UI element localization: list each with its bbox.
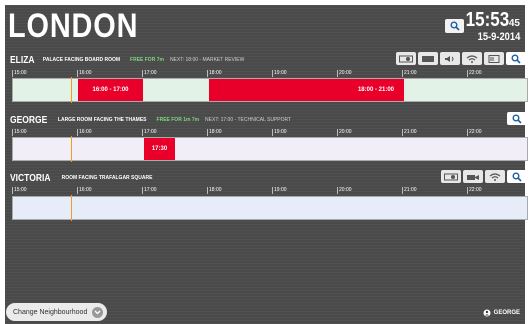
timeline-ticks-victoria: 15:00 16:00 17:00 18:00 19:00 20:00 21:0… — [12, 187, 528, 195]
video-icon — [463, 170, 483, 183]
tick-label: 17:00 — [142, 70, 157, 77]
tick-label: 21:00 — [402, 187, 417, 194]
free-status: FREE FOR 7m — [130, 57, 164, 63]
tick-label: 16:00 — [77, 129, 92, 136]
room-timeline-george[interactable]: 17:30 — [12, 136, 528, 162]
tick-label: 15:00 — [12, 70, 27, 77]
search-icon — [512, 114, 522, 124]
change-neighbourhood-label: Change Neighbourhood — [13, 308, 88, 316]
tick-label: 15:00 — [12, 129, 27, 136]
tick-label: 17:00 — [142, 187, 157, 194]
amenities-eliza — [396, 52, 526, 65]
tick-label: 19:00 — [272, 70, 287, 77]
user-info[interactable]: GEORGE — [483, 309, 520, 317]
user-name: GEORGE — [493, 310, 520, 316]
search-icon — [512, 172, 522, 182]
room-header-victoria: VICTORIA ROOM FACING TRAFALGAR SQUARE — [10, 171, 162, 185]
room-search-button[interactable] — [507, 170, 527, 183]
tick-label: 22:00 — [467, 187, 482, 194]
tick-label: 21:00 — [402, 70, 417, 77]
amenities-george — [507, 112, 527, 125]
tick-label: 18:00 — [207, 70, 222, 77]
wifi-icon — [462, 52, 482, 65]
room-description: ROOM FACING TRAFALGAR SQUARE — [61, 175, 153, 181]
tick-label: 20:00 — [337, 129, 352, 136]
whiteboard-icon — [484, 52, 504, 65]
tick-label: 22:00 — [467, 70, 482, 77]
user-icon — [483, 309, 491, 317]
display-icon — [418, 52, 438, 65]
tick-label: 18:00 — [207, 129, 222, 136]
chevron-down-icon — [92, 306, 104, 318]
room-search-button[interactable] — [506, 52, 526, 65]
wifi-icon — [485, 170, 505, 183]
tick-label: 20:00 — [337, 187, 352, 194]
room-name: GEORGE — [10, 114, 48, 126]
tick-label: 18:00 — [207, 187, 222, 194]
tick-label: 17:00 — [142, 129, 157, 136]
projector-icon — [396, 52, 416, 65]
current-time-marker — [71, 136, 72, 162]
room-name: VICTORIA — [10, 172, 51, 184]
tick-label: 20:00 — [337, 70, 352, 77]
room-header-eliza: ELIZA PALACE FACING BOARD ROOM FREE FOR … — [10, 53, 244, 67]
room-timeline-victoria[interactable] — [12, 195, 528, 221]
clock-seconds: 45 — [508, 18, 520, 29]
room-description: LARGE ROOM FACING THE THAMES — [57, 117, 147, 123]
room-name: ELIZA — [10, 54, 35, 66]
search-icon — [511, 54, 521, 64]
current-time-marker — [71, 195, 72, 221]
booking-block[interactable]: 16:00 - 17:00 — [78, 79, 143, 101]
tick-label: 16:00 — [77, 187, 92, 194]
audio-icon — [440, 52, 460, 65]
room-header-george: GEORGE LARGE ROOM FACING THE THAMES FREE… — [10, 113, 291, 127]
timeline-ticks-george: 15:00 16:00 17:00 18:00 19:00 20:00 21:0… — [12, 129, 528, 137]
change-neighbourhood-button[interactable]: Change Neighbourhood — [6, 303, 108, 321]
city-title: LONDON — [8, 7, 139, 45]
next-meeting: NEXT: 18:00 - MARKET REVIEW — [169, 57, 245, 63]
tick-label: 16:00 — [77, 70, 92, 77]
booking-block[interactable]: 17:30 — [144, 138, 175, 160]
room-timeline-eliza[interactable]: 16:00 - 17:00 18:00 - 21:00 — [12, 77, 528, 103]
free-status: FREE FOR 1m 7m — [156, 117, 200, 123]
clock-time: 15:53 — [465, 9, 509, 31]
clock: 15:5345 15-9-2014 — [458, 10, 520, 43]
room-description: PALACE FACING BOARD ROOM — [42, 57, 121, 63]
tick-label: 15:00 — [12, 187, 27, 194]
room-search-button[interactable] — [507, 112, 527, 125]
tick-label: 21:00 — [402, 129, 417, 136]
next-meeting: NEXT: 17:00 - TECHNICAL SUPPORT — [205, 117, 292, 123]
clock-date: 15-9-2014 — [477, 31, 520, 43]
amenities-victoria — [441, 170, 527, 183]
tick-label: 19:00 — [272, 187, 287, 194]
projector-icon — [441, 170, 461, 183]
booking-block[interactable]: 18:00 - 21:00 — [209, 79, 404, 101]
tick-label: 19:00 — [272, 129, 287, 136]
timeline-ticks-eliza: 15:00 16:00 17:00 18:00 19:00 20:00 21:0… — [12, 70, 528, 78]
current-time-marker — [71, 77, 72, 103]
display-frame — [0, 0, 530, 324]
tick-label: 22:00 — [467, 129, 482, 136]
